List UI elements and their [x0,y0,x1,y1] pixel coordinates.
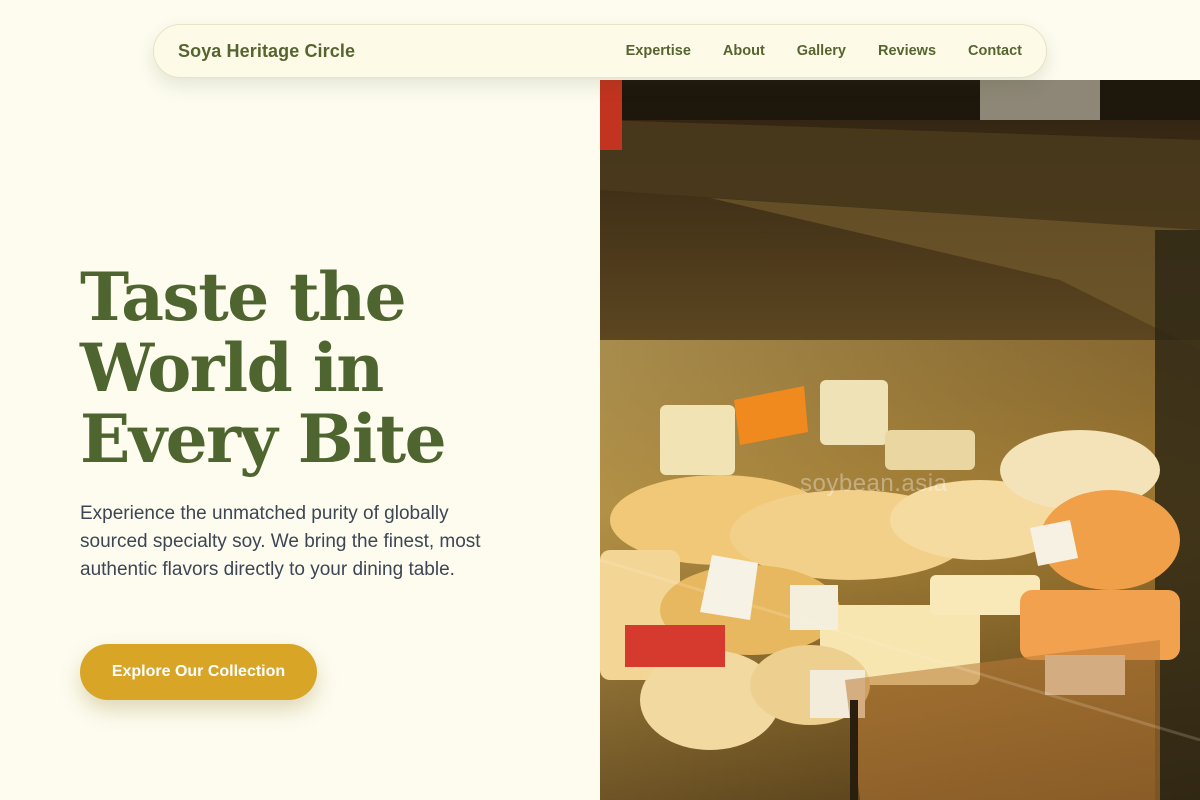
page: Soya Heritage Circle Expertise About Gal… [0,0,1200,800]
hero-title: Taste the World in Every Bite [80,262,580,475]
nav-link-reviews[interactable]: Reviews [878,43,936,59]
nav-link-contact[interactable]: Contact [968,43,1022,59]
nav-link-expertise[interactable]: Expertise [626,43,691,59]
hero-title-line: Every Bite [80,400,447,478]
explore-collection-button[interactable]: Explore Our Collection [80,644,317,700]
nav-link-gallery[interactable]: Gallery [797,43,846,59]
cheese-display-illustration [600,80,1200,800]
hero-image-cheese-display: soybean.asia [600,80,1200,800]
hero-title-line: World in [80,329,384,407]
brand-logo[interactable]: Soya Heritage Circle [178,41,355,62]
top-nav: Soya Heritage Circle Expertise About Gal… [153,24,1047,78]
hero-title-line: Taste the [80,258,407,336]
hero-description: Experience the unmatched purity of globa… [80,503,481,580]
nav-links: Expertise About Gallery Reviews Contact [626,43,1022,59]
image-watermark: soybean.asia [800,470,948,497]
nav-link-about[interactable]: About [723,43,765,59]
